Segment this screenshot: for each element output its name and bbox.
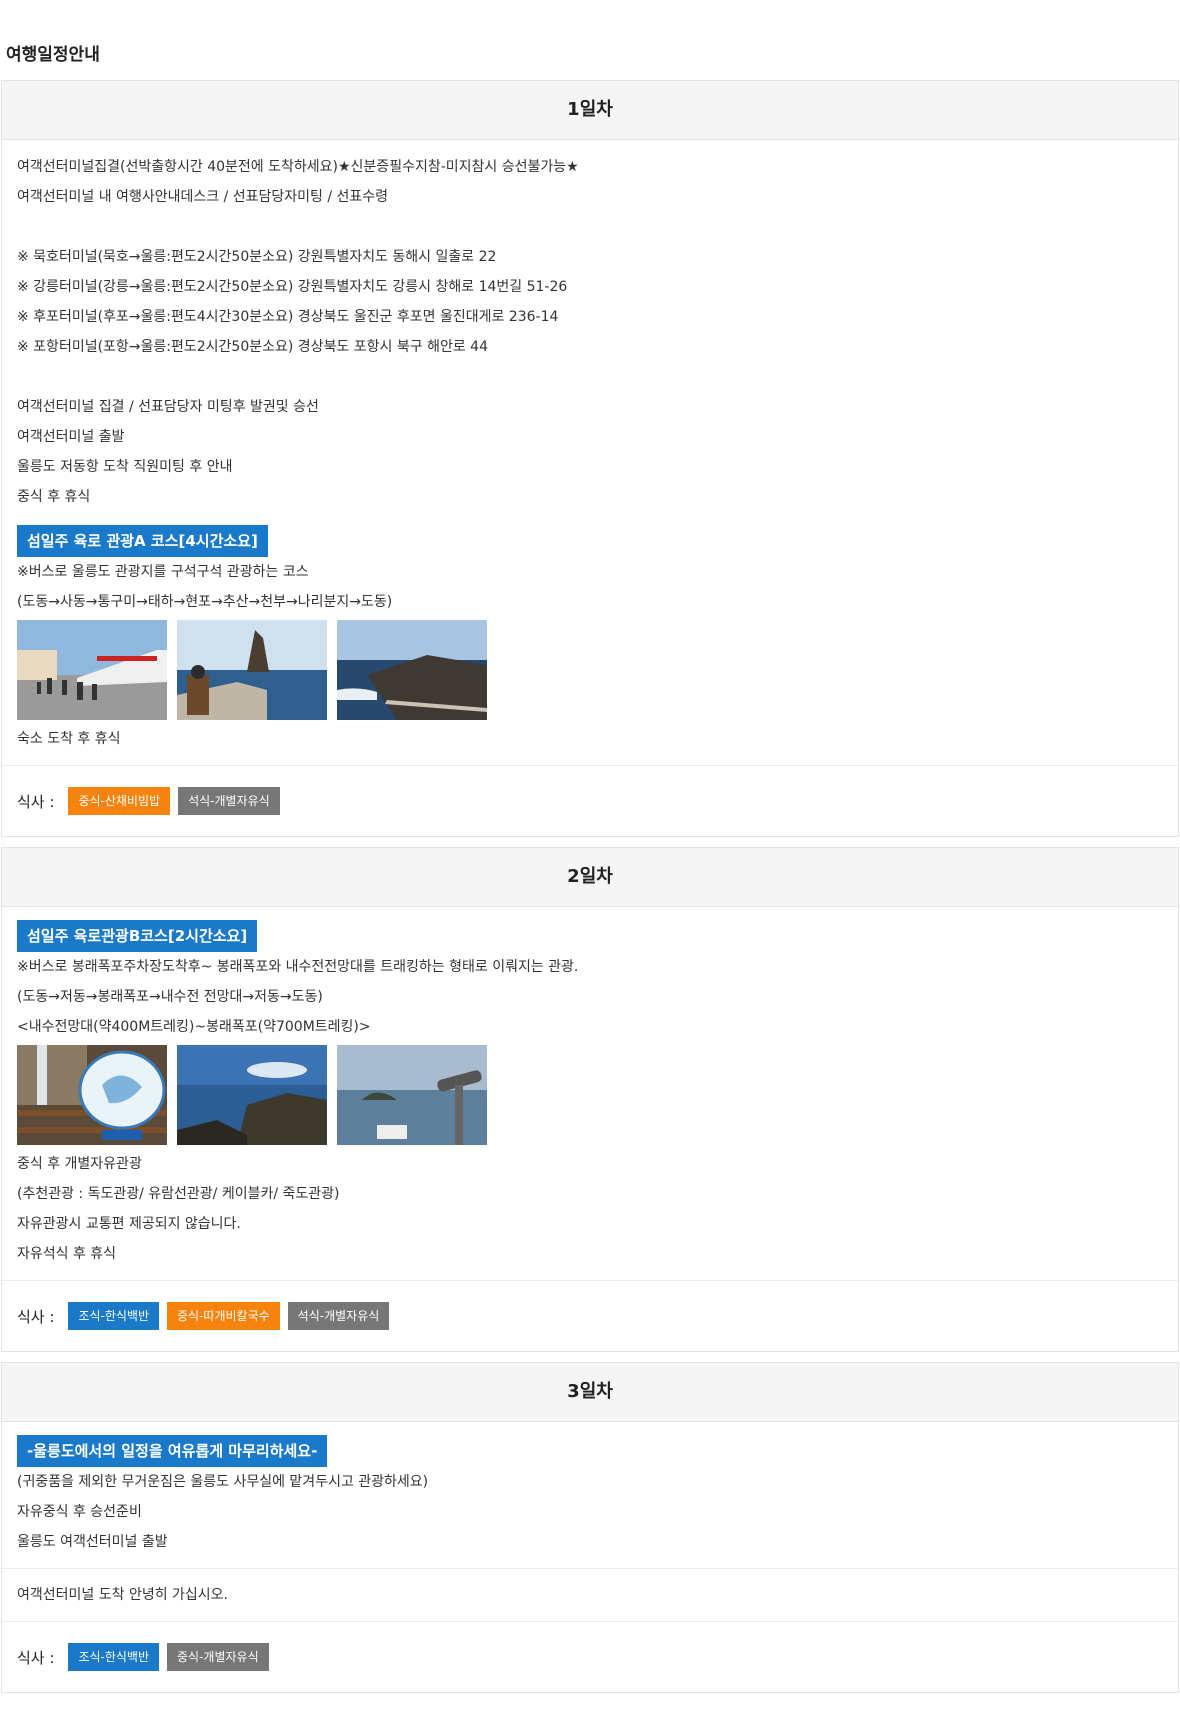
meal-label: 식사 : <box>17 792 55 811</box>
photo-gallery <box>17 1042 1163 1149</box>
schedule-line: 여객선터미널집결(선박출항시간 40분전에 도착하세요)★신분증필수지참-미지참… <box>17 159 579 175</box>
schedule-line: 자유관광시 교통편 제공되지 않습니다. <box>17 1216 241 1232</box>
schedule-line: 여객선터미널 내 여행사안내데스크 / 선표담당자미팅 / 선표수령 <box>17 189 389 205</box>
page-title: 여행일정안내 <box>6 45 100 65</box>
course-line: (귀중품을 제외한 무거운짐은 울릉도 사무실에 맡겨두시고 관광하세요) <box>17 1474 429 1490</box>
schedule-line: 숙소 도착 후 휴식 <box>17 731 121 747</box>
day-1-title: 1일차 <box>2 81 1178 140</box>
meal-label: 식사 : <box>17 1648 55 1667</box>
course-badge: 섬일주 육로 관광A 코스[4시간소요] <box>17 525 268 557</box>
course-line: ※버스로 봉래폭포주차장도착후~ 봉래폭포와 내수전전망대를 트래킹하는 형태로… <box>17 959 579 975</box>
photo-gallery <box>17 617 1163 724</box>
schedule-line: 중식 후 개별자유관광 <box>17 1156 142 1172</box>
schedule-line: 자유석식 후 휴식 <box>17 1246 117 1262</box>
course-line: ※버스로 울릉도 관광지를 구석구석 관광하는 코스 <box>17 564 309 580</box>
ferry-terminal-photo <box>17 620 167 720</box>
course-line: (도동→저동→봉래폭포→내수전 전망대→저동→도동) <box>17 989 323 1005</box>
meal-row: 식사 : 조식-한식백반 중식-개별자유식 <box>2 1621 1178 1692</box>
meal-chip-breakfast: 조식-한식백반 <box>68 1302 160 1330</box>
meal-row: 식사 : 중식-산채비빔밥 석식-개별자유식 <box>2 765 1178 836</box>
meal-chip-breakfast: 조식-한식백반 <box>68 1643 160 1671</box>
day-3-section: 3일차 -울릉도에서의 일정을 여유롭게 마무리하세요- (귀중품을 제외한 무… <box>1 1362 1179 1693</box>
meal-chip-lunch: 중식-개별자유식 <box>167 1643 269 1671</box>
terminal-line: ※ 강릉터미널(강릉→울릉:편도2시간50분소요) 강원특별자치도 강릉시 창해… <box>17 279 568 295</box>
day-1-section: 1일차 여객선터미널집결(선박출항시간 40분전에 도착하세요)★신분증필수지참… <box>1 80 1179 837</box>
terminal-line: ※ 묵호터미널(묵호→울릉:편도2시간50분소요) 강원특별자치도 동해시 일출… <box>17 249 497 265</box>
day-3-title: 3일차 <box>2 1363 1178 1422</box>
cliff-walkway-photo <box>337 620 487 720</box>
telescope-view-photo <box>337 1045 487 1145</box>
schedule-line: (추천관광 : 독도관광/ 유람선관광/ 케이블카/ 죽도관광) <box>17 1186 340 1202</box>
course-line: 자유중식 후 승선준비 <box>17 1504 142 1520</box>
meal-chip-lunch: 중식-따개비칼국수 <box>167 1302 280 1330</box>
course-badge: 섬일주 육로관광B코스[2시간소요] <box>17 920 258 952</box>
rock-coast-photo <box>177 620 327 720</box>
ocean-view-photo <box>177 1045 327 1145</box>
schedule-line: 여객선터미널 집결 / 선표담당자 미팅후 발권및 승선 <box>17 399 319 415</box>
arrival-note: 여객선터미널 도착 안녕히 가십시오. <box>2 1568 1178 1621</box>
terminal-line: ※ 포항터미널(포항→울릉:편도2시간50분소요) 경상북도 포항시 북구 해안… <box>17 339 488 355</box>
waterfall-sign-photo <box>17 1045 167 1145</box>
schedule-line: 울릉도 저동항 도착 직원미팅 후 안내 <box>17 459 233 475</box>
day-2-section: 2일차 섬일주 육로관광B코스[2시간소요] ※버스로 봉래폭포주차장도착후~ … <box>1 847 1179 1352</box>
schedule-line: 여객선터미널 출발 <box>17 429 125 445</box>
meal-row: 식사 : 조식-한식백반 중식-따개비칼국수 석식-개별자유식 <box>2 1280 1178 1351</box>
meal-chip-dinner: 석식-개별자유식 <box>178 787 280 815</box>
course-line: 울릉도 여객선터미널 출발 <box>17 1534 168 1550</box>
course-badge: -울릉도에서의 일정을 여유롭게 마무리하세요- <box>17 1435 328 1467</box>
meal-chip-dinner: 석식-개별자유식 <box>287 1302 390 1330</box>
terminal-line: ※ 후포터미널(후포→울릉:편도4시간30분소요) 경상북도 울진군 후포면 울… <box>17 309 559 325</box>
schedule-line: 중식 후 휴식 <box>17 489 91 505</box>
course-line: (도동→사동→통구미→태하→현포→추산→천부→나리분지→도동) <box>17 594 393 610</box>
meal-chip-lunch: 중식-산채비빔밥 <box>68 787 171 815</box>
day-2-title: 2일차 <box>2 848 1178 907</box>
meal-label: 식사 : <box>17 1307 55 1326</box>
course-line: <내수전망대(약400M트레킹)~봉래폭포(약700M트레킹)> <box>17 1019 371 1035</box>
